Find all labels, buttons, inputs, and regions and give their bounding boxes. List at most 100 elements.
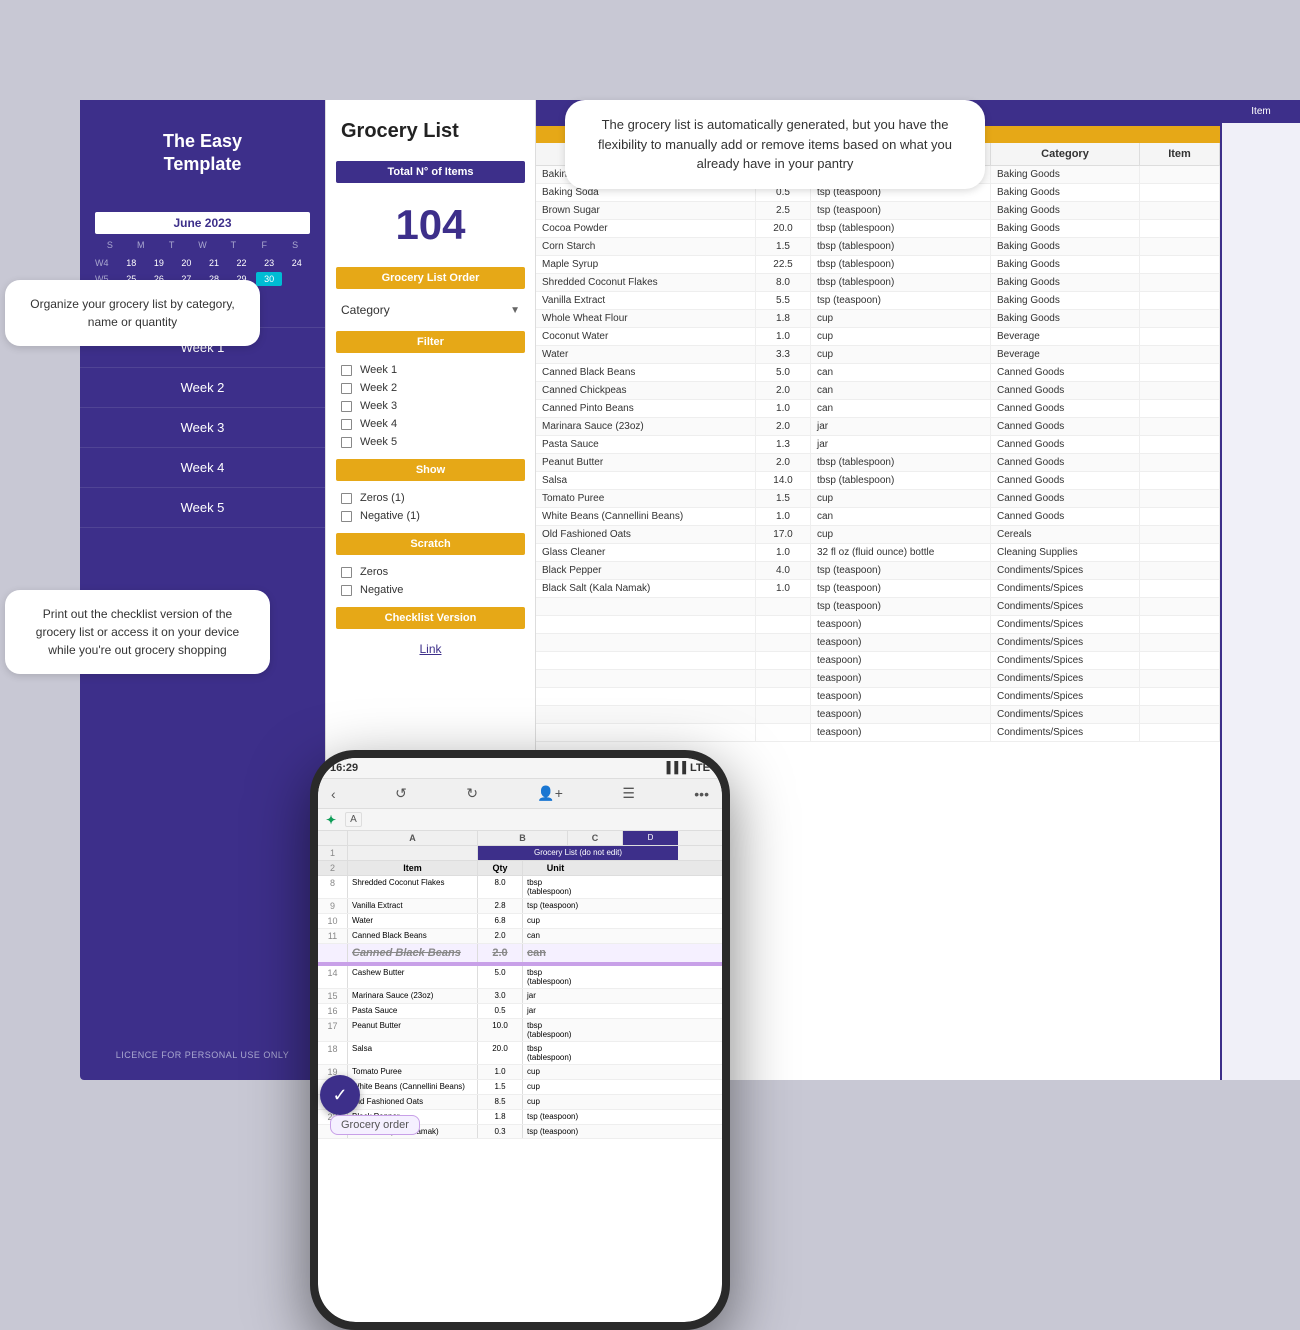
show-label: Show	[336, 459, 525, 481]
phone-col-d-header: D	[623, 831, 678, 845]
show-zeros-label: Zeros (1)	[360, 492, 405, 504]
sidebar-title: The Easy Template	[100, 130, 305, 177]
table-row: teaspoon)Condiments/Spices	[536, 652, 1220, 670]
filter-week4-checkbox[interactable]	[341, 419, 352, 430]
filter-week1-checkbox[interactable]	[341, 365, 352, 376]
cal-day-header-s1: S	[95, 238, 125, 252]
phone-row-17: 17 Peanut Butter 10.0 tbsp (tablespoon)	[318, 1019, 722, 1042]
table-row: Whole Wheat Flour1.8cupBaking Goods	[536, 310, 1220, 328]
table-row: Black Salt (Kala Namak)1.0tsp (teaspoon)…	[536, 580, 1220, 598]
phone-row-15: 15 Marinara Sauce (23oz) 3.0 jar	[318, 989, 722, 1004]
sidebar-footer: LICENCE FOR PERSONAL USE ONLY	[80, 1050, 325, 1060]
phone-row-16: 16 Pasta Sauce 0.5 jar	[318, 1004, 722, 1019]
calendar-label: June 2023	[95, 212, 310, 234]
lte-label: LTE	[690, 762, 710, 774]
table-row: Peanut Butter2.0tbsp (tablespoon)Canned …	[536, 454, 1220, 472]
table-row: teaspoon)Condiments/Spices	[536, 634, 1220, 652]
show-negative-checkbox[interactable]	[341, 511, 352, 522]
phone-strike-row: Canned Black Beans 2.0 can	[318, 944, 722, 966]
nav-week5[interactable]: Week 5	[80, 488, 325, 528]
scratch-zeros-checkbox[interactable]	[341, 567, 352, 578]
cal-24: 24	[283, 256, 310, 270]
grocery-order-arrow[interactable]: ▼	[510, 305, 520, 316]
phone-add-person-icon[interactable]: 👤+	[532, 783, 568, 804]
phone-col-cd: C D	[568, 831, 678, 845]
phone-more-icon[interactable]: •••	[689, 784, 714, 804]
checklist-link[interactable]: Link	[326, 637, 535, 661]
table-row: Tomato Puree1.5cupCanned Goods	[536, 490, 1220, 508]
show-negative-label: Negative (1)	[360, 510, 420, 522]
cal-day-header-f: F	[249, 238, 279, 252]
filter-week5-label: Week 5	[360, 436, 397, 448]
table-row: Old Fashioned Oats17.0cupCereals	[536, 526, 1220, 544]
nav-week4[interactable]: Week 4	[80, 448, 325, 488]
phone-row-10: 10 Water 6.8 cup	[318, 914, 722, 929]
phone-row-18: 18 Salsa 20.0 tbsp (tablespoon)	[318, 1042, 722, 1065]
phone-col-header-empty	[318, 831, 348, 845]
table-row: Canned Black Beans5.0canCanned Goods	[536, 364, 1220, 382]
table-row: Water3.3cupBeverage	[536, 346, 1220, 364]
phone-row-20: 20 White Beans (Cannellini Beans) 1.5 cu…	[318, 1080, 722, 1095]
table-row: Marinara Sauce (23oz)2.0jarCanned Goods	[536, 418, 1220, 436]
extra-panel-header: Item	[1222, 100, 1300, 123]
grocery-order-label: Grocery List Order	[336, 267, 525, 289]
phone-row1-a	[348, 846, 478, 860]
table-row: teaspoon)Condiments/Spices	[536, 670, 1220, 688]
cal-23: 23	[256, 256, 283, 270]
phone-row-9: 9 Vanilla Extract 2.8 tsp (teaspoon)	[318, 899, 722, 914]
speech-bubble-print-text: Print out the checklist version of the g…	[36, 607, 239, 657]
phone-col-a: A	[348, 831, 478, 845]
week4-label: W4	[95, 256, 117, 270]
grocery-order-value: Category	[341, 303, 390, 317]
phone-comment-icon[interactable]: ☰	[617, 783, 640, 804]
table-row: Coconut Water1.0cupBeverage	[536, 328, 1220, 346]
table-row: Brown Sugar2.5tsp (teaspoon)Baking Goods	[536, 202, 1220, 220]
filter-week3-checkbox[interactable]	[341, 401, 352, 412]
phone-row-num-1: 1	[318, 846, 348, 860]
cal-22: 22	[228, 256, 255, 270]
cal-30-today: 30	[256, 272, 283, 286]
scratch-negative-checkbox[interactable]	[341, 585, 352, 596]
speech-bubble-top: The grocery list is automatically genera…	[565, 100, 985, 189]
nav-week2[interactable]: Week 2	[80, 368, 325, 408]
phone-row-8: 8 Shredded Coconut Flakes 8.0 tbsp (tabl…	[318, 876, 722, 899]
show-zeros-checkbox[interactable]	[341, 493, 352, 504]
table-row: teaspoon)Condiments/Spices	[536, 688, 1220, 706]
signal-bars-icon: ▐▐▐	[663, 762, 686, 774]
phone-toolbar[interactable]: ‹ ↺ ↻ 👤+ ☰ •••	[318, 779, 722, 809]
table-row: Canned Chickpeas2.0canCanned Goods	[536, 382, 1220, 400]
table-row: tsp (teaspoon)Condiments/Spices	[536, 598, 1220, 616]
phone-col-c: C	[568, 831, 623, 845]
cal-21: 21	[201, 256, 228, 270]
filter-week2-checkbox[interactable]	[341, 383, 352, 394]
table-row: Vanilla Extract5.5tsp (teaspoon)Baking G…	[536, 292, 1220, 310]
cal-day-header-w: W	[188, 238, 218, 252]
phone-undo-icon[interactable]: ↺	[390, 783, 412, 804]
phone-redo-icon[interactable]: ↻	[461, 783, 483, 804]
cal-empty	[283, 272, 310, 286]
cal-day-header-t1: T	[157, 238, 187, 252]
speech-bubble-top-text: The grocery list is automatically genera…	[598, 117, 952, 171]
cal-18: 18	[118, 256, 145, 270]
speech-bubble-organize: Organize your grocery list by category, …	[5, 280, 260, 346]
nav-week3[interactable]: Week 3	[80, 408, 325, 448]
phone-unit-header: Unit	[523, 861, 588, 875]
filter-week5-checkbox[interactable]	[341, 437, 352, 448]
phone-sheets-nav: ✦ A	[318, 809, 722, 831]
table-row: Maple Syrup22.5tbsp (tablespoon)Baking G…	[536, 256, 1220, 274]
phone-row-19: 19 Tomato Puree 1.0 cup	[318, 1065, 722, 1080]
table-row: White Beans (Cannellini Beans)1.0canCann…	[536, 508, 1220, 526]
table-row: teaspoon)Condiments/Spices	[536, 706, 1220, 724]
phone-back-icon[interactable]: ‹	[326, 784, 341, 804]
phone-signal: ▐▐▐ LTE	[663, 762, 710, 774]
sheets-cell-ref: A	[345, 812, 362, 827]
filter-week3-label: Week 3	[360, 400, 397, 412]
extra-right-panel: Item	[1220, 100, 1300, 1080]
total-items-section-label: Total N° of Items	[336, 161, 525, 183]
checklist-version-label: Checklist Version	[336, 607, 525, 629]
table-row: teaspoon)Condiments/Spices	[536, 724, 1220, 742]
total-items-value: 104	[326, 191, 535, 259]
grocery-list-title: Grocery List	[326, 100, 535, 153]
cal-day-header-s2: S	[280, 238, 310, 252]
th-category: Category	[991, 143, 1140, 165]
